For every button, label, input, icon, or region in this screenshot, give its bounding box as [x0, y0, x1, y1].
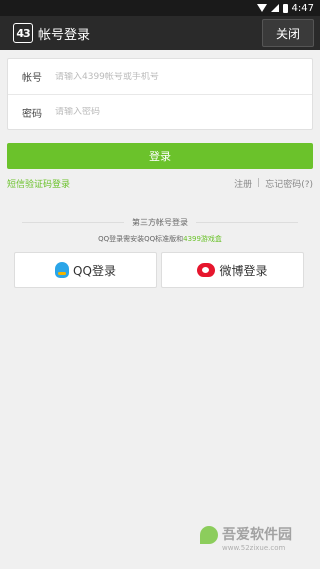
- signal-icon: [270, 4, 279, 12]
- status-bar: 4:47: [0, 0, 320, 16]
- qq-install-note: QQ登录需安装QQ标准版和4399游戏盒: [0, 234, 320, 244]
- close-button[interactable]: 关闭: [262, 19, 314, 47]
- qq-login-label: QQ登录: [73, 263, 116, 278]
- link-separator: |: [257, 178, 261, 188]
- third-party-title: 第三方帐号登录: [132, 217, 188, 227]
- watermark-name: 吾爱软件园: [222, 527, 292, 543]
- status-time: 4:47: [291, 2, 314, 14]
- forgot-password-link[interactable]: 忘记密码(?): [265, 177, 313, 190]
- watermark-url: www.52zixue.com: [222, 544, 286, 552]
- account-input[interactable]: [55, 71, 285, 82]
- qq-note-text: QQ登录需安装QQ标准版和: [98, 235, 184, 243]
- password-row: 密码: [8, 94, 312, 129]
- auxiliary-links: 短信验证码登录 注册 | 忘记密码(?): [7, 176, 313, 190]
- battery-icon: [282, 3, 288, 13]
- third-party-divider: 第三方帐号登录: [14, 216, 306, 228]
- weibo-login-button[interactable]: 微博登录: [161, 252, 304, 288]
- register-link[interactable]: 注册: [234, 177, 252, 190]
- page-title: 帐号登录: [38, 27, 91, 43]
- watermark-logo-icon: [200, 526, 218, 544]
- account-label: 帐号: [22, 73, 42, 84]
- game-box-link[interactable]: 4399游戏盒: [183, 235, 222, 243]
- password-input[interactable]: [55, 107, 285, 117]
- account-links: 注册 | 忘记密码(?): [234, 177, 313, 190]
- login-form: 帐号 密码: [7, 58, 313, 130]
- login-button[interactable]: 登录: [7, 143, 313, 169]
- sms-login-link[interactable]: 短信验证码登录: [7, 177, 70, 190]
- qq-login-button[interactable]: QQ登录: [14, 252, 157, 288]
- qq-icon: [55, 262, 70, 278]
- site-watermark: 吾爱软件园 www.52zixue.com: [194, 490, 314, 565]
- account-row: 帐号: [8, 59, 312, 94]
- weibo-icon: [197, 263, 216, 277]
- game-box-logo-icon: 43: [13, 23, 33, 43]
- weibo-login-label: 微博登录: [219, 263, 268, 278]
- app-header: 43 帐号登录 关闭: [0, 16, 320, 50]
- wifi-icon: [256, 4, 267, 12]
- password-label: 密码: [22, 108, 42, 120]
